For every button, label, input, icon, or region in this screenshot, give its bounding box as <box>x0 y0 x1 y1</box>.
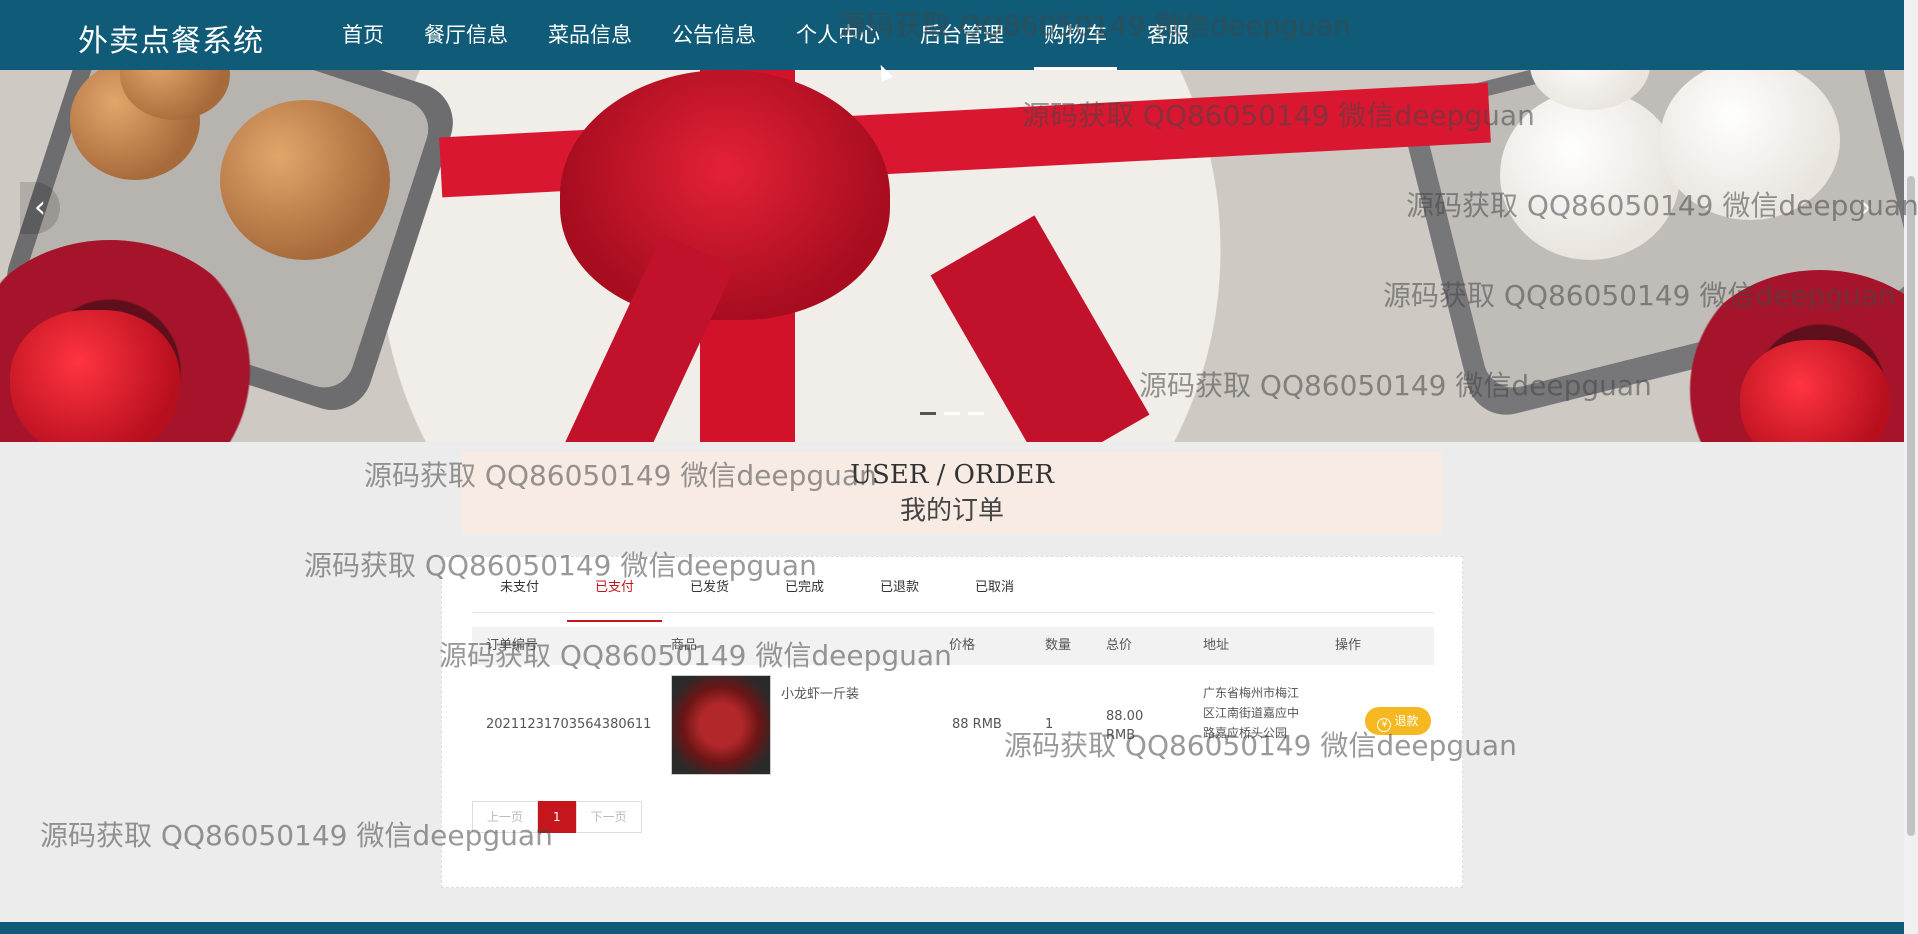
product-price: 88 RMB <box>952 717 1002 732</box>
carousel-indicators <box>920 412 984 415</box>
page-button-1[interactable]: 1 <box>538 801 576 833</box>
delivery-address: 广东省梅州市梅江区江南街道嘉应中路嘉应桥头公园 <box>1203 686 1300 740</box>
column-header-address: 地址 <box>1203 638 1230 653</box>
prev-page-button[interactable]: 上一页 <box>472 801 539 833</box>
tab-refunded[interactable]: 已退款 <box>852 573 947 612</box>
table-row: 20211231703564380611 小龙虾一斤装 88 RMB 1 88.… <box>472 665 1434 785</box>
nav-customer-service[interactable]: 客服 <box>1127 0 1209 70</box>
nav-personal-center[interactable]: 个人中心 <box>776 0 900 70</box>
carousel-next-button[interactable]: › <box>1846 182 1886 234</box>
nav-cart[interactable]: 购物车 <box>1024 0 1127 70</box>
banner-image <box>10 310 180 442</box>
pagination: 上一页 1 下一页 <box>472 801 642 833</box>
next-page-button[interactable]: 下一页 <box>575 801 642 833</box>
yen-icon: ¥ <box>1377 718 1392 732</box>
chevron-left-icon: ‹ <box>34 190 46 225</box>
column-header-action: 操作 <box>1335 638 1362 653</box>
product-thumbnail[interactable] <box>671 675 771 775</box>
banner-image <box>1500 90 1680 260</box>
footer-bar <box>0 922 1904 934</box>
page-scrollbar[interactable] <box>1904 0 1918 934</box>
order-total: 88.00 RMB <box>1106 709 1144 743</box>
main-nav: 首页 餐厅信息 菜品信息 公告信息 个人中心 后台管理 购物车 客服 <box>322 0 1209 70</box>
carousel-dot[interactable] <box>968 412 984 415</box>
section-title: USER / ORDER 我的订单 <box>462 452 1442 534</box>
column-header-order-no: 订单编号 <box>486 638 539 653</box>
orders-panel: 未支付 已支付 已发货 已完成 已退款 已取消 订单编号 商品 价格 数量 总价… <box>441 556 1463 888</box>
site-brand[interactable]: 外卖点餐系统 <box>78 16 264 60</box>
tab-paid[interactable]: 已支付 <box>567 573 662 622</box>
column-header-total: 总价 <box>1106 638 1133 653</box>
carousel-dot[interactable] <box>920 412 936 415</box>
banner-image <box>1740 340 1890 442</box>
section-title-en: USER / ORDER <box>850 460 1054 490</box>
tab-cancelled[interactable]: 已取消 <box>947 573 1042 612</box>
nav-home[interactable]: 首页 <box>322 0 404 70</box>
top-navbar: 外卖点餐系统 首页 餐厅信息 菜品信息 公告信息 个人中心 后台管理 购物车 客… <box>0 0 1904 70</box>
tab-unpaid[interactable]: 未支付 <box>472 573 567 612</box>
refund-button-label: 退款 <box>1394 714 1419 728</box>
nav-admin[interactable]: 后台管理 <box>900 0 1024 70</box>
tab-shipped[interactable]: 已发货 <box>662 573 757 612</box>
column-header-price: 价格 <box>949 638 976 653</box>
nav-restaurant-info[interactable]: 餐厅信息 <box>404 0 528 70</box>
tab-completed[interactable]: 已完成 <box>757 573 852 612</box>
column-header-quantity: 数量 <box>1045 638 1072 653</box>
order-number: 20211231703564380611 <box>486 717 652 732</box>
carousel-dot[interactable] <box>944 412 960 415</box>
refund-button[interactable]: ¥ 退款 <box>1365 707 1431 735</box>
product-name[interactable]: 小龙虾一斤装 <box>781 683 859 702</box>
product-quantity: 1 <box>1045 717 1054 732</box>
banner-image <box>220 100 390 260</box>
column-header-product: 商品 <box>671 638 698 653</box>
nav-announcements[interactable]: 公告信息 <box>652 0 776 70</box>
orders-table-header: 订单编号 商品 价格 数量 总价 地址 操作 <box>472 627 1434 665</box>
banner-carousel: ‹ › <box>0 70 1904 442</box>
banner-image <box>930 215 1150 442</box>
order-status-tabs: 未支付 已支付 已发货 已完成 已退款 已取消 <box>472 573 1434 622</box>
section-title-cn: 我的订单 <box>899 496 1004 526</box>
nav-dish-info[interactable]: 菜品信息 <box>528 0 652 70</box>
scrollbar-thumb[interactable] <box>1907 176 1915 836</box>
chevron-right-icon: › <box>1860 190 1872 225</box>
